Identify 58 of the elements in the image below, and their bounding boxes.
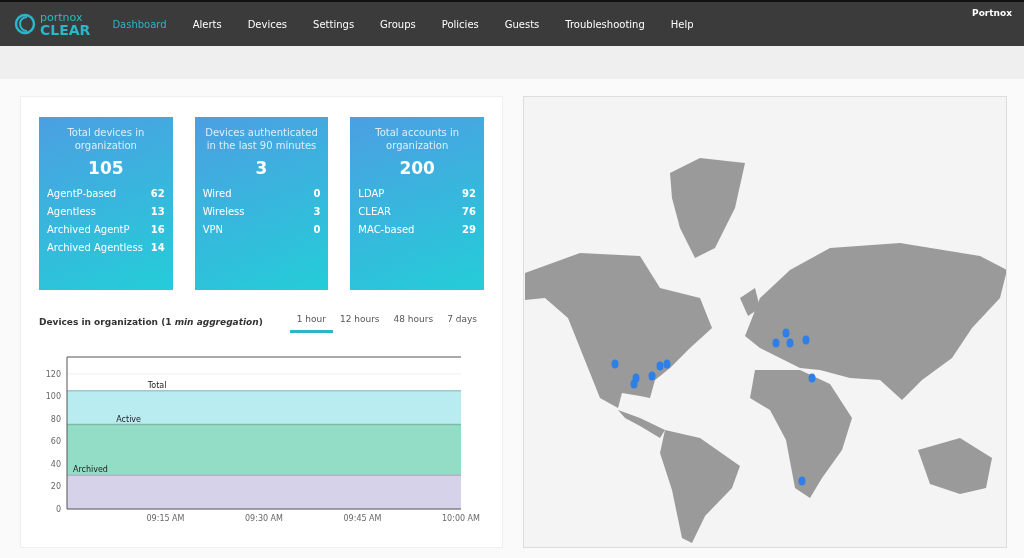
stat-value: 0 bbox=[313, 188, 321, 199]
y-tick-label: 40 bbox=[50, 459, 61, 469]
card-title: Total accounts in organization bbox=[374, 126, 461, 152]
series-label: Active bbox=[116, 414, 142, 424]
y-tick-label: 80 bbox=[50, 414, 61, 424]
x-tick-label: 09:30 AM bbox=[245, 514, 283, 523]
range-tab[interactable]: 7 days bbox=[440, 310, 484, 333]
stat-value: 76 bbox=[462, 206, 476, 217]
range-tab[interactable]: 1 hour bbox=[289, 310, 333, 333]
stat-label: Archived AgentP bbox=[47, 224, 130, 235]
y-tick-label: 0 bbox=[55, 505, 61, 514]
stat-value: 62 bbox=[150, 188, 165, 199]
card-title: Total devices in organization bbox=[66, 126, 146, 152]
nav-tab[interactable]: Troubleshooting bbox=[565, 14, 645, 34]
stat-value: 13 bbox=[150, 206, 165, 217]
nav-tab[interactable]: Policies bbox=[441, 14, 479, 34]
logo-text: CLEAR bbox=[40, 22, 91, 37]
range-tab[interactable]: 48 hours bbox=[386, 310, 441, 333]
logo-text: portnox bbox=[40, 11, 84, 23]
y-tick-label: 60 bbox=[50, 437, 61, 447]
chart-title: Devices in organization (1 min aggregation) bbox=[39, 316, 263, 327]
account-name[interactable]: Portnox bbox=[972, 8, 1012, 18]
nav-tab[interactable]: Guests bbox=[504, 14, 540, 34]
logo-icon bbox=[14, 13, 36, 35]
y-tick-label: 120 bbox=[45, 369, 61, 379]
y-tick-label: 100 bbox=[45, 392, 61, 402]
stat-value: 3 bbox=[313, 206, 321, 217]
card-title: Devices authenticated in the last 90 minutes bbox=[204, 126, 319, 152]
card-total: 105 bbox=[87, 158, 125, 178]
card-total: 3 bbox=[254, 158, 269, 178]
stat-label: LDAP bbox=[358, 188, 385, 199]
stat-label: CLEAR bbox=[358, 206, 391, 217]
stat-value: 29 bbox=[462, 224, 476, 235]
stat-label: Wireless bbox=[202, 206, 245, 217]
card-total: 200 bbox=[398, 158, 436, 178]
range-tab[interactable]: 12 hours bbox=[332, 310, 387, 333]
stat-value: 92 bbox=[462, 188, 476, 199]
x-tick-label: 10:00 AM bbox=[442, 514, 480, 523]
nav-tab[interactable]: Help bbox=[670, 14, 694, 34]
nav-tab[interactable]: Devices bbox=[247, 14, 288, 34]
y-tick-label: 20 bbox=[50, 482, 61, 492]
stat-label: Archived Agentless bbox=[47, 242, 143, 253]
nav-tab[interactable]: Alerts bbox=[192, 14, 222, 34]
stat-label: Agentless bbox=[47, 206, 96, 217]
stat-label: MAC-based bbox=[358, 224, 415, 235]
series-label: Archived bbox=[72, 465, 108, 475]
stat-label: VPN bbox=[202, 224, 224, 235]
stat-value: 14 bbox=[150, 242, 165, 253]
nav-tab[interactable]: Dashboard bbox=[112, 14, 167, 34]
series-label: Total bbox=[147, 380, 167, 390]
nav-tab[interactable]: Settings bbox=[313, 14, 355, 34]
stat-value: 16 bbox=[150, 224, 165, 235]
stat-value: 0 bbox=[313, 224, 321, 235]
nav-tab[interactable]: Groups bbox=[380, 14, 416, 34]
x-tick-label: 09:45 AM bbox=[343, 514, 382, 523]
stat-label: AgentP-based bbox=[47, 188, 117, 199]
stat-label: Wired bbox=[202, 188, 232, 199]
x-tick-label: 09:15 AM bbox=[146, 514, 185, 523]
